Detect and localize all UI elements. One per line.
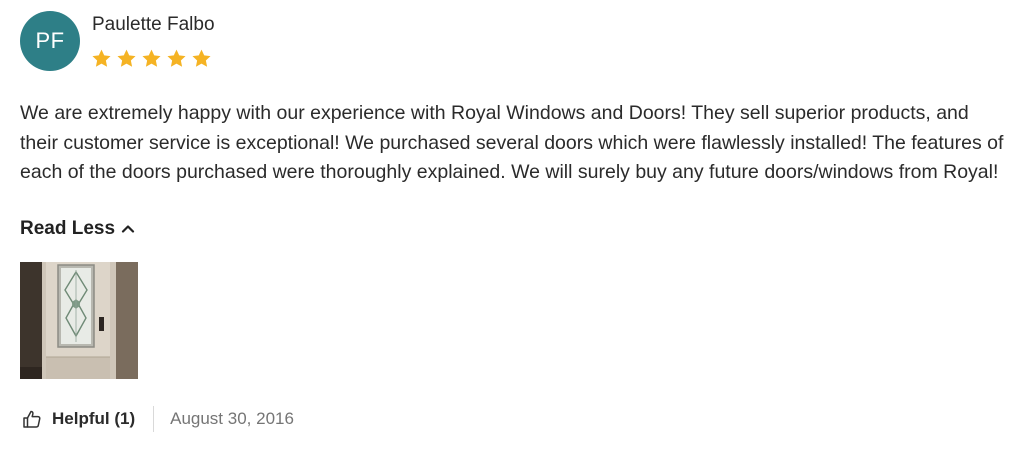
star-rating bbox=[91, 48, 212, 69]
thumbs-up-icon bbox=[23, 410, 41, 428]
helpful-count-label: Helpful (1) bbox=[52, 409, 136, 428]
star-icon bbox=[117, 49, 136, 67]
avatar: PF bbox=[20, 11, 80, 71]
read-less-label: Read Less bbox=[20, 218, 116, 239]
star-icon bbox=[142, 49, 161, 67]
star-icon bbox=[192, 49, 211, 67]
star-icon bbox=[92, 49, 111, 67]
review-photo-thumbnail[interactable] bbox=[20, 262, 138, 379]
review-text: We are extremely happy with our experien… bbox=[20, 102, 1004, 183]
chevron-up-icon bbox=[121, 225, 135, 233]
star-icon bbox=[167, 49, 186, 67]
review-date: August 30, 2016 bbox=[170, 409, 294, 428]
footer-divider bbox=[153, 406, 155, 432]
reviewer-name: Paulette Falbo bbox=[92, 14, 215, 35]
review-footer: Helpful (1) August 30, 2016 bbox=[22, 405, 294, 433]
helpful-button[interactable]: Helpful (1) bbox=[22, 409, 135, 429]
avatar-initials: PF bbox=[35, 28, 65, 53]
read-less-button[interactable]: Read Less bbox=[20, 218, 135, 240]
